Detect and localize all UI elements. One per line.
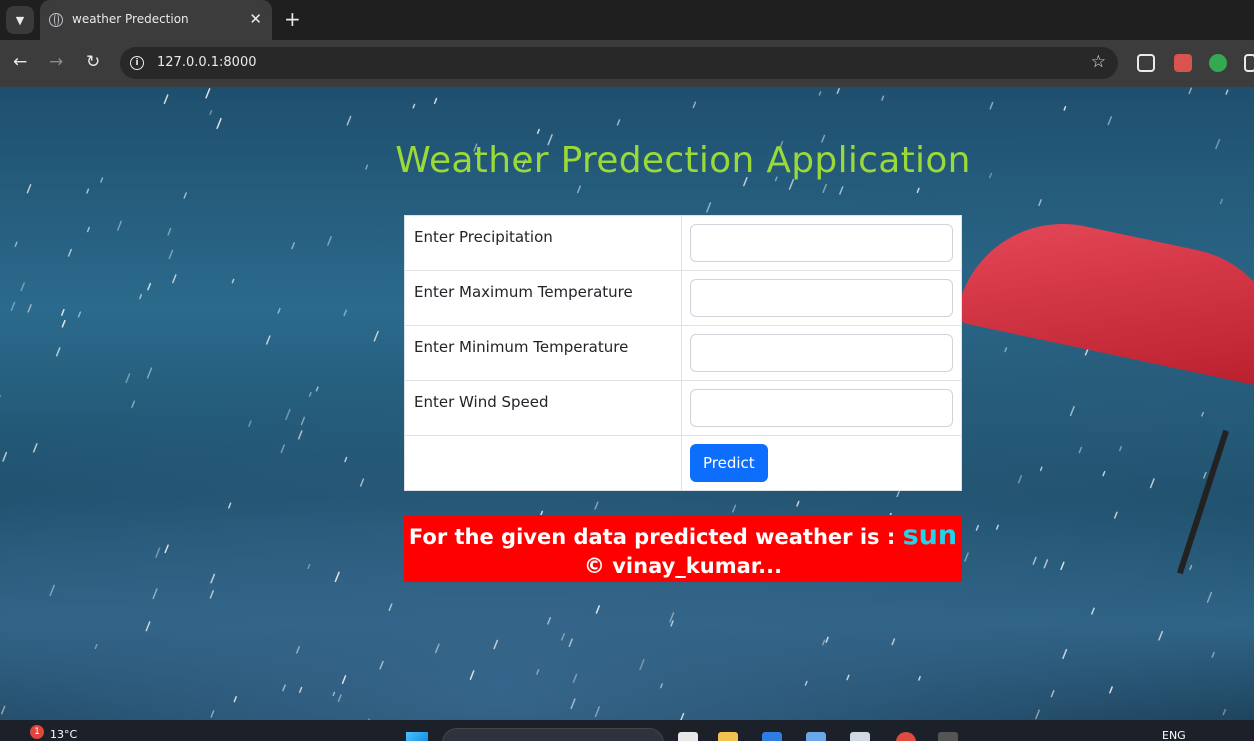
globe-icon: [49, 13, 63, 27]
wind-speed-label: Enter Wind Speed: [404, 380, 682, 436]
file-explorer-icon[interactable]: [718, 732, 738, 741]
tab-strip: ▼ weather Predection ✕ +: [0, 0, 1254, 40]
url-text[interactable]: 127.0.0.1:8000: [157, 55, 257, 70]
form-row: Enter Minimum Temperature: [404, 325, 962, 381]
form-row: Enter Wind Speed: [404, 380, 962, 436]
footer-credit: © vinay_kumar...: [583, 554, 783, 578]
form-row: Enter Precipitation: [404, 215, 962, 271]
extension-icon[interactable]: [1244, 54, 1254, 72]
taskbar-search[interactable]: [442, 728, 664, 741]
result-text: For the given data predicted weather is …: [408, 525, 903, 549]
extension-icon[interactable]: [1209, 54, 1227, 72]
browser-toolbar: ← → ↻ i 127.0.0.1:8000 ☆: [0, 40, 1254, 87]
page-viewport: Weather Predection Application Enter Pre…: [0, 87, 1254, 720]
tab-search-button[interactable]: ▼: [6, 6, 34, 34]
min-temperature-input[interactable]: [690, 334, 953, 372]
taskbar-app-icon[interactable]: [762, 732, 782, 741]
back-button[interactable]: ←: [13, 52, 27, 72]
page-title: Weather Predection Application: [395, 140, 971, 181]
forward-button[interactable]: →: [49, 52, 63, 72]
max-temperature-label: Enter Maximum Temperature: [404, 270, 682, 326]
taskbar-app-icon[interactable]: [938, 732, 958, 741]
close-tab-icon[interactable]: ✕: [249, 10, 262, 28]
prediction-form: Enter Precipitation Enter Maximum Temper…: [404, 215, 962, 491]
tab-title: weather Predection: [72, 12, 189, 26]
predict-button[interactable]: Predict: [690, 444, 768, 482]
weather-widget[interactable]: 13°C: [50, 728, 77, 741]
extension-icon[interactable]: [1174, 54, 1192, 72]
umbrella-handle: [1176, 429, 1230, 575]
browser-tab[interactable]: weather Predection ✕: [40, 0, 272, 40]
result-line: For the given data predicted weather is …: [404, 521, 962, 552]
umbrella-image: [955, 204, 1254, 390]
chrome-icon[interactable]: [896, 732, 916, 741]
min-temperature-label: Enter Minimum Temperature: [404, 325, 682, 381]
taskbar-app-icon[interactable]: [806, 732, 826, 741]
language-indicator[interactable]: ENG: [1162, 729, 1186, 741]
taskbar-app-icon[interactable]: [678, 732, 698, 741]
precipitation-input[interactable]: [690, 224, 953, 262]
new-tab-button[interactable]: +: [284, 7, 301, 31]
result-value: sun: [902, 520, 958, 551]
precipitation-label: Enter Precipitation: [404, 215, 682, 271]
address-bar[interactable]: i 127.0.0.1:8000 ☆: [120, 47, 1118, 79]
site-info-icon[interactable]: i: [130, 56, 144, 70]
max-temperature-input[interactable]: [690, 279, 953, 317]
extension-icon[interactable]: [1137, 54, 1155, 72]
taskbar-app-icon[interactable]: [850, 732, 870, 741]
windows-start-icon[interactable]: [406, 732, 428, 741]
result-banner: For the given data predicted weather is …: [404, 515, 962, 582]
bookmark-star-icon[interactable]: ☆: [1091, 52, 1106, 72]
form-row: Enter Maximum Temperature: [404, 270, 962, 326]
reload-button[interactable]: ↻: [86, 52, 100, 72]
taskbar: 1 13°C ENG: [0, 720, 1254, 741]
wind-speed-input[interactable]: [690, 389, 953, 427]
notification-badge: 1: [30, 725, 44, 739]
form-row: Predict: [404, 435, 962, 491]
